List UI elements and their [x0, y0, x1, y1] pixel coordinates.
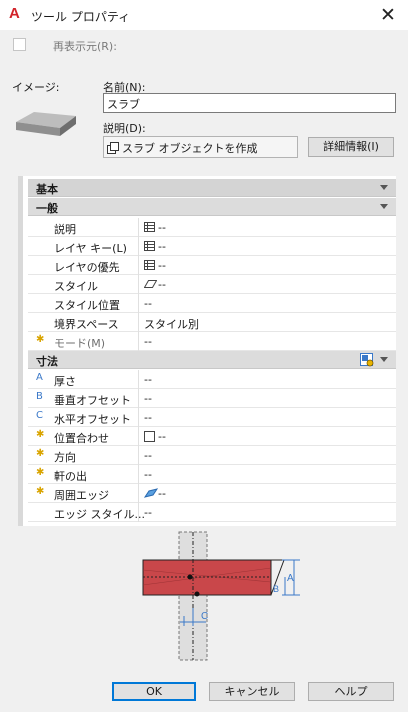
property-name: 垂直オフセット: [54, 394, 131, 407]
title-bar: A ツール プロパティ ✕: [0, 0, 408, 30]
table-icon[interactable]: [144, 241, 155, 251]
property-value: --: [158, 430, 166, 443]
name-input[interactable]: スラブ: [103, 93, 396, 113]
section-basic-label: 基本: [36, 183, 58, 196]
diagram-label-a: A: [287, 573, 294, 584]
property-value: --: [144, 335, 152, 348]
close-button[interactable]: ✕: [376, 3, 400, 27]
property-value: --: [158, 487, 166, 500]
diagram-label-b: B: [273, 584, 279, 594]
autocad-logo-icon: A: [9, 5, 20, 22]
property-row-thickness[interactable]: A 厚さ --: [28, 370, 396, 389]
property-row-boundary-space[interactable]: 境界スペース スタイル別: [28, 313, 396, 332]
property-value: --: [144, 297, 152, 310]
property-name: 厚さ: [54, 375, 76, 388]
detail-info-button[interactable]: 詳細情報(I): [308, 137, 394, 157]
letter-marker-c: C: [36, 410, 43, 421]
cancel-button[interactable]: キャンセル: [209, 682, 295, 701]
property-name: モード(M): [54, 337, 106, 350]
letter-marker-b: B: [36, 391, 43, 402]
property-row-justify[interactable]: ✱ 位置合わせ --: [28, 427, 396, 446]
property-value: --: [144, 411, 152, 424]
letter-marker-a: A: [36, 372, 43, 383]
property-name: 周囲エッジ: [54, 489, 109, 502]
description-field[interactable]: スラブ オブジェクトを作成: [103, 136, 298, 158]
section-general-label: 一般: [36, 202, 58, 215]
slab-thumbnail-image: [16, 112, 76, 136]
collapse-arrow-icon[interactable]: [380, 185, 388, 190]
property-row-perimeter-edges[interactable]: ✱ 周囲エッジ --: [28, 484, 396, 503]
property-value: --: [144, 449, 152, 462]
property-grid-margin: [18, 176, 23, 526]
description-label: 説明(D):: [103, 122, 146, 135]
collapse-arrow-icon[interactable]: [380, 357, 388, 362]
property-name: 水平オフセット: [54, 413, 131, 426]
property-row-overhang[interactable]: ✱ 軒の出 --: [28, 465, 396, 484]
property-row-edge-style[interactable]: エッジ スタイル... --: [28, 503, 396, 522]
property-row-mode[interactable]: ✱ モード(M) --: [28, 332, 396, 351]
edge-icon[interactable]: [144, 488, 158, 498]
asterisk-marker-icon: ✱: [36, 467, 45, 478]
property-row-vertical-offset[interactable]: B 垂直オフセット --: [28, 389, 396, 408]
property-name: レイヤ キー(L): [54, 242, 127, 255]
property-row-style[interactable]: スタイル --: [28, 275, 396, 294]
property-name: スタイル: [54, 280, 98, 293]
property-row-style-position[interactable]: スタイル位置 --: [28, 294, 396, 313]
property-name: 位置合わせ: [54, 432, 109, 445]
diagram-label-c: C: [201, 611, 208, 622]
window-title: ツール プロパティ: [31, 10, 131, 24]
property-value: スタイル別: [144, 318, 199, 331]
property-value: --: [144, 373, 152, 386]
style-icon[interactable]: [144, 279, 157, 289]
section-general[interactable]: 一般: [28, 198, 396, 216]
collapse-arrow-icon[interactable]: [380, 204, 388, 209]
section-dimensions[interactable]: 寸法: [28, 351, 396, 369]
property-name: エッジ スタイル...: [54, 508, 145, 521]
property-row-direction[interactable]: ✱ 方向 --: [28, 446, 396, 465]
property-row-horizontal-offset[interactable]: C 水平オフセット --: [28, 408, 396, 427]
redisplay-label: 再表示元(R):: [53, 40, 117, 53]
checkbox-icon[interactable]: [144, 431, 155, 442]
property-row-description[interactable]: 説明 --: [28, 218, 396, 237]
asterisk-marker-icon: ✱: [36, 334, 45, 345]
asterisk-marker-icon: ✱: [36, 429, 45, 440]
property-value: --: [158, 240, 166, 253]
description-text: スラブ オブジェクトを作成: [122, 142, 258, 155]
property-row-layer-key[interactable]: レイヤ キー(L) --: [28, 237, 396, 256]
section-basic[interactable]: 基本: [28, 179, 396, 197]
image-label: イメージ:: [12, 81, 60, 94]
quick-select-icon[interactable]: [360, 353, 374, 367]
property-name: 軒の出: [54, 470, 87, 483]
redisplay-checkbox[interactable]: [13, 38, 26, 51]
table-icon[interactable]: [144, 222, 155, 232]
property-value: --: [158, 259, 166, 272]
property-name: スタイル位置: [54, 299, 120, 312]
property-value: --: [158, 278, 166, 291]
asterisk-marker-icon: ✱: [36, 486, 45, 497]
slab-dimension-diagram: A B C: [142, 531, 300, 661]
asterisk-marker-icon: ✱: [36, 448, 45, 459]
property-value: --: [158, 221, 166, 234]
create-object-icon: [107, 142, 119, 154]
property-value: --: [144, 506, 152, 519]
property-name: レイヤの優先: [54, 261, 120, 274]
property-name: 方向: [54, 451, 76, 464]
section-dimensions-label: 寸法: [36, 355, 58, 368]
table-icon[interactable]: [144, 260, 155, 270]
ok-button[interactable]: OK: [112, 682, 196, 701]
property-value: --: [144, 392, 152, 405]
property-row-layer-override[interactable]: レイヤの優先 --: [28, 256, 396, 275]
help-button[interactable]: ヘルプ: [308, 682, 394, 701]
property-name: 説明: [54, 223, 76, 236]
property-value: --: [144, 468, 152, 481]
property-name: 境界スペース: [54, 318, 119, 331]
